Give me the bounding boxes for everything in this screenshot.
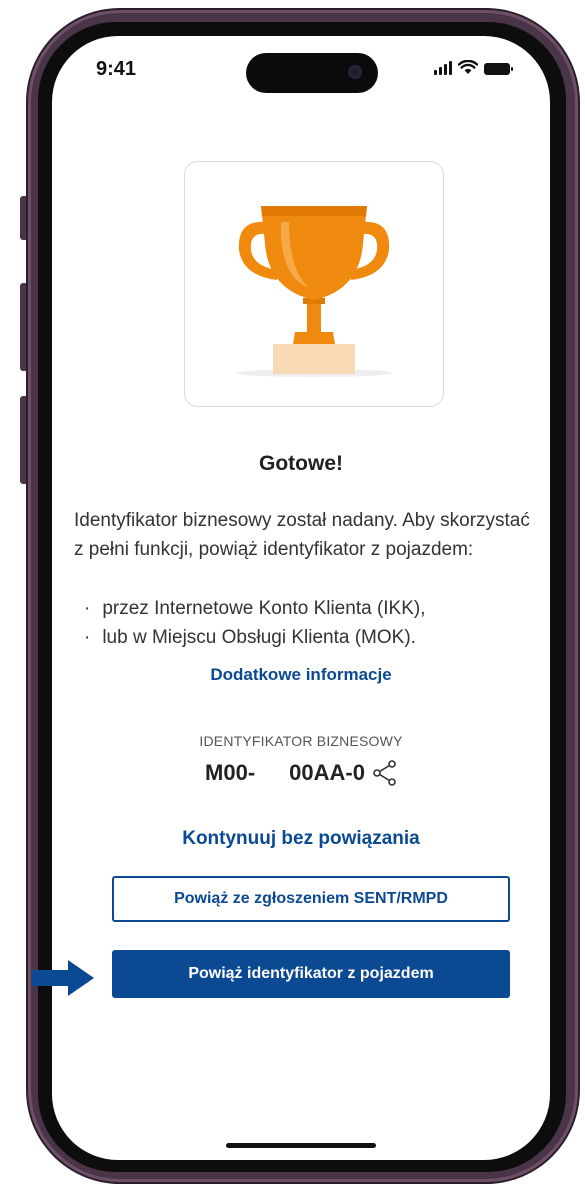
success-description: Identyfikator biznesowy został nadany. A… bbox=[74, 510, 530, 560]
dynamic-island bbox=[246, 53, 378, 93]
arrow-right-icon bbox=[32, 960, 94, 996]
link-sent-rmpd-button[interactable]: Powiąż ze zgłoszeniem SENT/RMPD bbox=[112, 876, 510, 922]
home-indicator bbox=[226, 1143, 376, 1148]
status-icons bbox=[434, 60, 513, 75]
battery-icon bbox=[484, 63, 513, 75]
identifier-suffix: 00AA-0 bbox=[289, 760, 365, 785]
phone-side-button-2 bbox=[20, 283, 28, 371]
bullet-dot-icon: · bbox=[84, 598, 91, 619]
bullet-dot-icon: · bbox=[84, 627, 91, 648]
bullet-text: przez Internetowe Konto Klienta (IKK), bbox=[102, 598, 426, 619]
bullet-text: lub w Miejscu Obsługi Klienta (MOK). bbox=[102, 627, 416, 648]
identifier-label: IDENTYFIKATOR BIZNESOWY bbox=[199, 733, 403, 749]
bullet-list: · przez Internetowe Konto Klienta (IKK), … bbox=[84, 594, 426, 652]
identifier-prefix: M00- bbox=[205, 760, 256, 785]
more-info-link[interactable]: Dodatkowe informacje bbox=[52, 665, 550, 685]
list-item: · lub w Miejscu Obsługi Klienta (MOK). bbox=[84, 623, 426, 652]
phone-side-button-1 bbox=[20, 196, 28, 240]
trophy-card bbox=[184, 161, 444, 407]
trophy-icon bbox=[236, 206, 392, 377]
continue-without-linking-link[interactable]: Kontynuuj bez powiązania bbox=[52, 828, 550, 850]
phone-side-button-3 bbox=[20, 396, 28, 484]
camera-icon bbox=[348, 65, 362, 79]
share-icon[interactable] bbox=[373, 760, 397, 786]
phone-screen: 9:41 Gotowe! Identyfikator biznesowy zos… bbox=[52, 36, 550, 1160]
success-title: Gotowe! bbox=[259, 452, 343, 475]
status-time: 9:41 bbox=[96, 58, 137, 80]
signal-icon bbox=[434, 61, 452, 75]
wifi-icon bbox=[458, 60, 478, 74]
link-vehicle-button[interactable]: Powiąż identyfikator z pojazdem bbox=[112, 950, 510, 998]
list-item: · przez Internetowe Konto Klienta (IKK), bbox=[84, 594, 426, 623]
identifier-value: M00- 00AA-0 bbox=[52, 760, 550, 786]
